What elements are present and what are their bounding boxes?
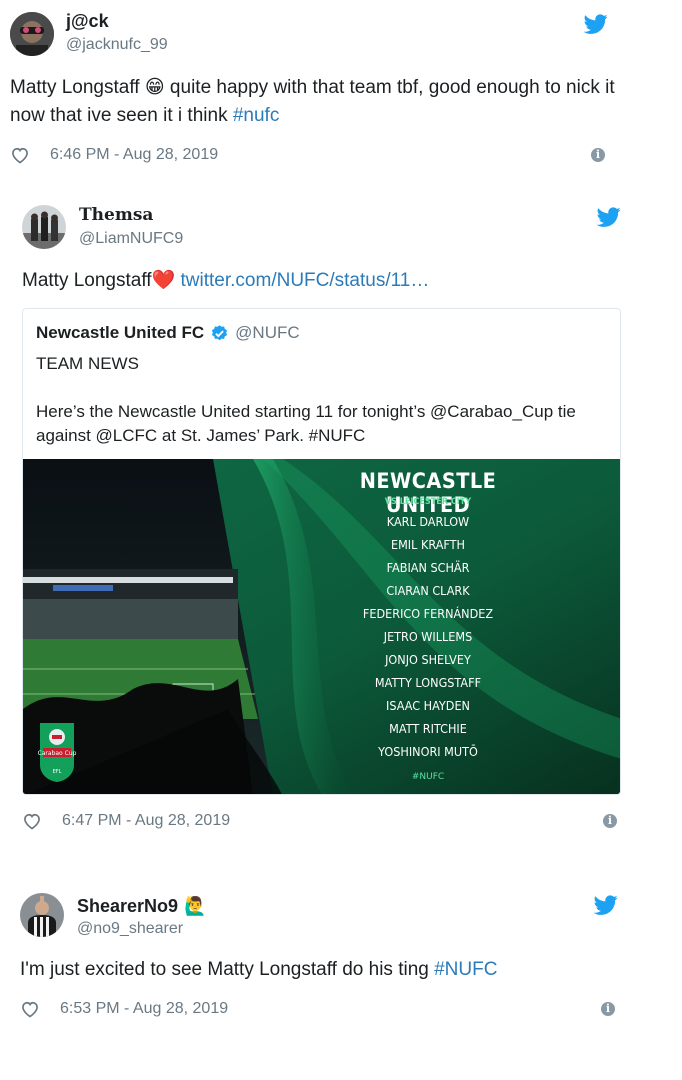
- person-raising-hand-emoji: 🙋‍♂️: [184, 896, 207, 916]
- tweet-text: I'm just excited to see Matty Longstaff …: [20, 956, 660, 984]
- twitter-bird-icon[interactable]: [594, 893, 618, 917]
- user-handle[interactable]: @no9_shearer: [77, 920, 183, 938]
- display-name: ShearerNo9 🙋‍♂️: [77, 896, 206, 917]
- info-icon[interactable]: i: [601, 1002, 615, 1016]
- display-name-text[interactable]: ShearerNo9: [77, 896, 178, 917]
- timestamp-link[interactable]: 6:53 PM - Aug 28, 2019: [60, 1000, 228, 1018]
- heart-icon[interactable]: [20, 999, 40, 1019]
- tweet-meta: 6:53 PM - Aug 28, 2019: [20, 999, 228, 1019]
- avatar[interactable]: [20, 893, 64, 937]
- hashtag-link[interactable]: #NUFC: [434, 959, 497, 980]
- tweet-3: ShearerNo9 🙋‍♂️ @no9_shearer I'm just ex…: [0, 0, 682, 1080]
- tweet-text-part: I'm just excited to see Matty Longstaff …: [20, 959, 435, 980]
